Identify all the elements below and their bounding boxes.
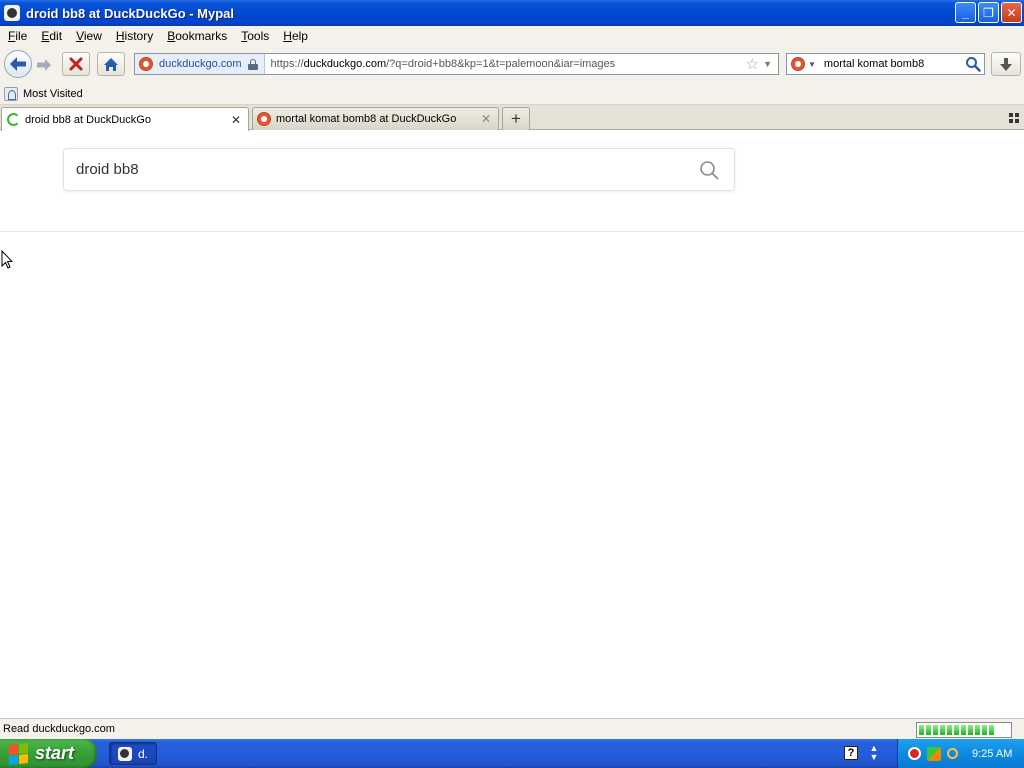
- duckduckgo-engine-icon: [791, 57, 805, 71]
- maximize-button[interactable]: ❐: [978, 2, 999, 23]
- window-titlebar[interactable]: droid bb8 at DuckDuckGo - Mypal _ ❐ ✕: [0, 0, 1024, 26]
- tab-strip: droid bb8 at DuckDuckGo ✕ mortal komat b…: [0, 105, 1024, 131]
- arrow-right-icon: [37, 59, 51, 71]
- menu-edit-label: dit: [49, 29, 63, 43]
- close-button[interactable]: ✕: [1001, 2, 1022, 23]
- url-scheme: https://: [270, 58, 304, 70]
- menu-tools[interactable]: Tools: [234, 29, 276, 43]
- mypal-app-icon: [118, 746, 132, 761]
- arrow-left-icon: [10, 57, 26, 71]
- home-button[interactable]: [97, 52, 125, 76]
- url-text[interactable]: https://duckduckgo.com/?q=droid+bb8&kp=1…: [271, 58, 746, 70]
- menu-history-accel: H: [115, 29, 125, 43]
- menu-bar: File Edit View History Bookmarks Tools H…: [0, 26, 1024, 46]
- close-tab-icon[interactable]: ✕: [479, 112, 493, 126]
- menu-bookmarks-label: ookmarks: [175, 29, 228, 43]
- page-content: droid bb8: [0, 130, 1024, 718]
- forward-button[interactable]: [33, 55, 55, 75]
- navigation-toolbar: duckduckgo.com https://duckduckgo.com/?q…: [0, 46, 1024, 84]
- menu-view-label: iew: [83, 29, 102, 43]
- new-tab-button[interactable]: +: [502, 107, 530, 130]
- tab-title: mortal komat bomb8 at DuckDuckGo: [276, 113, 457, 125]
- bookmark-most-visited[interactable]: Most Visited: [23, 88, 83, 100]
- search-tray-icon[interactable]: [947, 748, 958, 759]
- menu-history[interactable]: History: [109, 29, 160, 43]
- url-dropdown-icon[interactable]: ▼: [763, 59, 772, 69]
- loading-spinner-icon: [7, 113, 20, 126]
- start-button[interactable]: start: [0, 739, 97, 768]
- stop-button[interactable]: [62, 52, 90, 76]
- menu-bookmarks[interactable]: Bookmarks: [160, 29, 234, 43]
- minimize-button[interactable]: _: [955, 2, 976, 23]
- bookmarks-toolbar: Most Visited: [0, 84, 1024, 105]
- download-arrow-icon: [1000, 57, 1012, 71]
- list-all-tabs-icon[interactable]: [1009, 113, 1019, 123]
- back-button[interactable]: [4, 50, 32, 78]
- menu-help[interactable]: Help: [276, 29, 315, 43]
- downloads-button[interactable]: [991, 52, 1021, 76]
- start-label: start: [35, 743, 75, 763]
- window-controls: _ ❐ ✕: [955, 2, 1022, 23]
- url-bar[interactable]: duckduckgo.com https://duckduckgo.com/?q…: [134, 53, 779, 75]
- chevron-down-icon: ▼: [808, 59, 816, 69]
- loading-progress-bar: [916, 722, 1012, 738]
- home-icon: [104, 57, 118, 71]
- site-identity[interactable]: duckduckgo.com: [135, 54, 265, 74]
- taskbar-mypal-window[interactable]: d.: [109, 742, 157, 765]
- menu-view-accel: V: [76, 29, 84, 43]
- clock[interactable]: 9:25 AM: [972, 748, 1012, 760]
- show-hidden-icons-icon[interactable]: ▲ ▼: [868, 744, 880, 762]
- tab-title: droid bb8 at DuckDuckGo: [25, 113, 151, 126]
- menu-file-label: ile: [15, 29, 28, 43]
- windows-taskbar: start d. ? ▲ ▼ 9:25 AM: [0, 739, 1024, 768]
- url-path: /?q=droid+bb8&kp=1&t=palemoon&iar=images: [386, 58, 616, 70]
- tab-mortal-komat-bomb8[interactable]: mortal komat bomb8 at DuckDuckGo ✕: [252, 107, 499, 130]
- bookmark-star-icon[interactable]: ☆: [746, 55, 759, 73]
- duckduckgo-favicon-icon: [257, 112, 271, 126]
- menu-help-accel: H: [283, 29, 292, 43]
- search-engine-selector[interactable]: ▼: [791, 57, 816, 71]
- menu-help-label: elp: [291, 29, 308, 43]
- ddg-search-input[interactable]: droid bb8: [76, 161, 699, 178]
- lock-icon: [247, 58, 258, 70]
- header-divider: [0, 231, 1024, 232]
- mouse-cursor-icon: [1, 250, 13, 269]
- menu-file[interactable]: File: [0, 29, 34, 43]
- search-bar[interactable]: ▼ mortal komat bomb8: [786, 53, 985, 75]
- search-icon[interactable]: [699, 160, 719, 180]
- close-tab-icon[interactable]: ✕: [229, 113, 243, 127]
- menu-tools-label: ools: [247, 29, 270, 43]
- menu-view[interactable]: View: [69, 29, 109, 43]
- search-icon[interactable]: [965, 56, 981, 72]
- security-shield-icon[interactable]: [908, 747, 921, 760]
- duckduckgo-favicon-icon: [139, 57, 153, 71]
- menu-history-label: istory: [124, 29, 154, 43]
- tab-droid-bb8[interactable]: droid bb8 at DuckDuckGo ✕: [1, 107, 249, 131]
- network-icon[interactable]: [927, 746, 941, 761]
- system-tray: 9:25 AM: [897, 739, 1024, 768]
- status-bar: Read duckduckgo.com: [0, 718, 1024, 739]
- site-identity-label: duckduckgo.com: [159, 58, 242, 70]
- most-visited-icon: [4, 87, 18, 101]
- stop-x-icon: [69, 57, 83, 71]
- mypal-app-icon[interactable]: [4, 5, 20, 21]
- url-host: duckduckgo.com: [303, 58, 387, 70]
- taskbar-item-label: d.: [138, 746, 149, 761]
- window-title: droid bb8 at DuckDuckGo - Mypal: [26, 5, 235, 21]
- search-input[interactable]: mortal komat bomb8: [824, 58, 965, 70]
- help-icon[interactable]: ?: [844, 746, 858, 760]
- status-text: Read duckduckgo.com: [3, 723, 115, 735]
- ddg-search-box[interactable]: droid bb8: [63, 148, 735, 191]
- menu-edit[interactable]: Edit: [34, 29, 69, 43]
- windows-flag-icon: [9, 742, 29, 765]
